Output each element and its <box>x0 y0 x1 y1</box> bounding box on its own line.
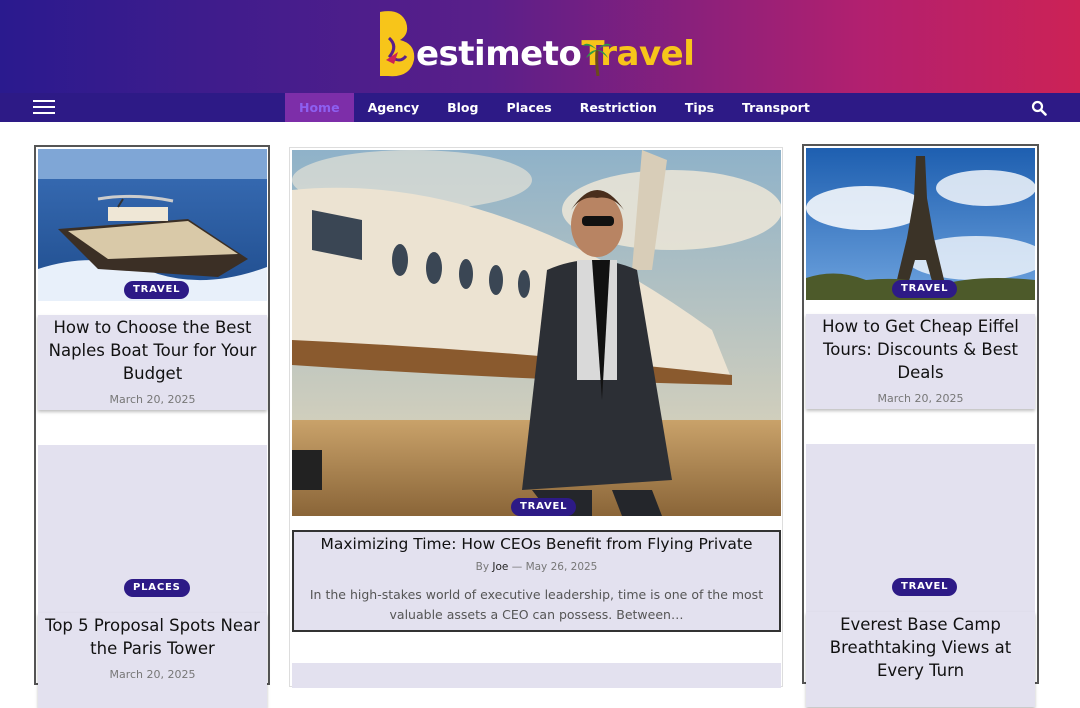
nav-item-tips[interactable]: Tips <box>671 93 728 122</box>
nav-item-agency[interactable]: Agency <box>354 93 434 122</box>
post-title[interactable]: Top 5 Proposal Spots Near the Paris Towe… <box>38 614 267 660</box>
post-title[interactable]: How to Choose the Best Naples Boat Tour … <box>38 316 267 385</box>
nav-item-blog[interactable]: Blog <box>433 93 492 122</box>
next-post-placeholder[interactable] <box>292 663 781 688</box>
post-date: May 26, 2025 <box>525 561 598 573</box>
post-title[interactable]: Everest Base Camp Breathtaking Views at … <box>806 613 1035 682</box>
post-card-naples: How to Choose the Best Naples Boat Tour … <box>38 315 267 410</box>
post-title[interactable]: Maximizing Time: How CEOs Benefit from F… <box>294 533 779 555</box>
category-badge[interactable]: TRAVEL <box>892 280 958 298</box>
hamburger-menu-icon[interactable] <box>33 100 55 116</box>
nav-item-restriction[interactable]: Restriction <box>566 93 671 122</box>
ceo-jet-image[interactable] <box>292 150 781 516</box>
category-badge[interactable]: TRAVEL <box>892 578 958 596</box>
main-nav: Home Agency Blog Places Restriction Tips… <box>0 93 1080 122</box>
search-icon[interactable] <box>1031 100 1047 116</box>
right-column: TRAVEL How to Get Cheap Eiffel Tours: Di… <box>802 144 1039 707</box>
post-meta: By Joe — May 26, 2025 <box>475 561 598 573</box>
category-badge[interactable]: PLACES <box>124 579 190 597</box>
site-header: estimetoTravel <box>0 0 1080 93</box>
eiffel-thumbnail[interactable] <box>806 148 1035 300</box>
left-column: TRAVEL How to Choose the Best Naples Boa… <box>34 145 270 708</box>
featured-title-box: Maximizing Time: How CEOs Benefit from F… <box>292 530 781 632</box>
post-card-everest: Everest Base Camp Breathtaking Views at … <box>806 612 1035 707</box>
logo-wordmark: estimetoTravel <box>416 34 695 74</box>
post-card-eiffel: How to Get Cheap Eiffel Tours: Discounts… <box>806 314 1035 409</box>
post-date: March 20, 2025 <box>109 393 196 406</box>
site-logo[interactable]: estimetoTravel <box>376 8 716 84</box>
featured-post: TRAVEL Maximizing Time: How CEOs Benefit… <box>289 147 783 688</box>
category-badge[interactable]: TRAVEL <box>511 498 577 516</box>
boat-thumbnail[interactable] <box>38 149 267 301</box>
post-excerpt: In the high-stakes world of executive le… <box>309 587 764 622</box>
post-date: March 20, 2025 <box>877 392 964 405</box>
nav-item-transport[interactable]: Transport <box>728 93 824 122</box>
post-card-proposal: Top 5 Proposal Spots Near the Paris Towe… <box>38 613 267 708</box>
nav-menu: Home Agency Blog Places Restriction Tips… <box>285 93 824 122</box>
nav-item-places[interactable]: Places <box>492 93 565 122</box>
palm-tree-icon <box>582 43 612 76</box>
category-badge[interactable]: TRAVEL <box>124 281 190 299</box>
author-link[interactable]: Joe <box>492 561 508 573</box>
post-title[interactable]: How to Get Cheap Eiffel Tours: Discounts… <box>806 315 1035 384</box>
nav-item-home[interactable]: Home <box>285 93 354 122</box>
b-plane-logo-icon <box>380 11 415 77</box>
